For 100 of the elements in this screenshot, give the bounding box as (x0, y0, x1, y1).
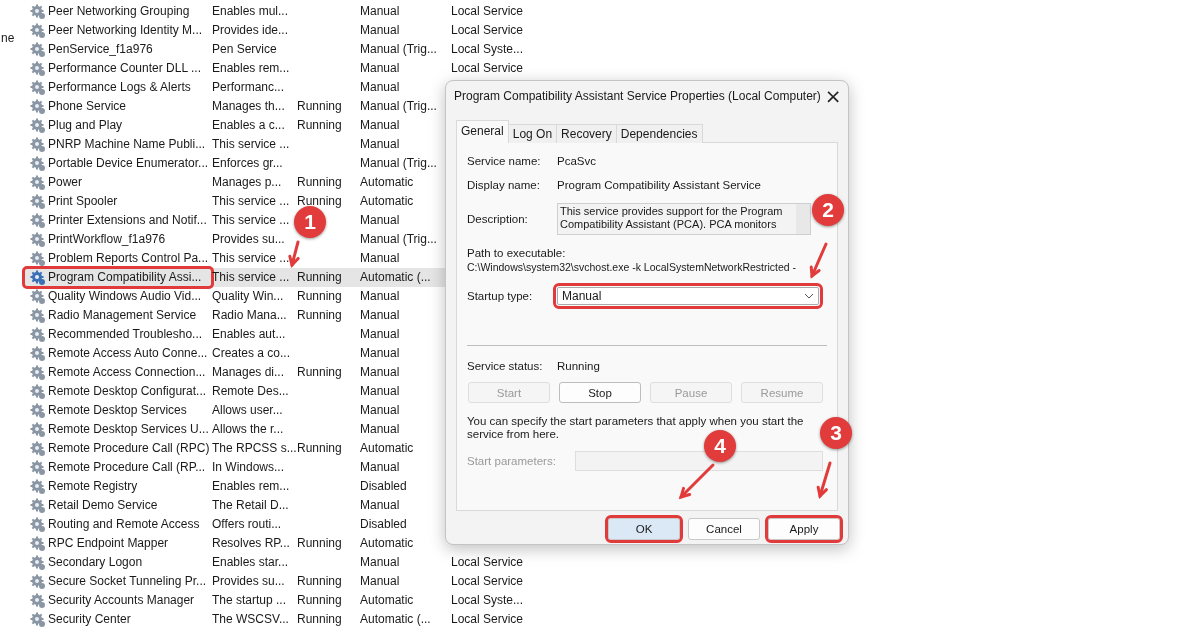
startup-type: Automatic (360, 174, 415, 191)
service-row[interactable]: Security Center The WSCSV... Running Automatic (... Local Service (24, 610, 560, 629)
tab[interactable]: Log On (507, 124, 558, 143)
tab[interactable]: Recovery (556, 124, 617, 143)
service-row[interactable]: Peer Networking Identity M... Provides ide... Manual Local Service (24, 21, 560, 40)
startup-type: Manual (360, 136, 401, 153)
service-name: Recommended Troublesho... (48, 326, 204, 343)
service-name: Remote Procedure Call (RPC) (48, 440, 211, 457)
service-description: The Retail D... (212, 497, 290, 514)
dialog-title: Program Compatibility Assistant Service Properties (Local Computer) (454, 89, 821, 103)
service-description: The WSCSV... (212, 611, 290, 628)
service-name: Printer Extensions and Notif... (48, 212, 208, 229)
gear-icon (30, 573, 46, 590)
startup-type: Manual (360, 383, 401, 400)
service-name: PNRP Machine Name Publi... (48, 136, 207, 153)
service-status: Running (297, 611, 343, 628)
service-row[interactable]: Remote Access Auto Conne... Creates a co... Manual (24, 344, 560, 363)
field-label: Path to executable: (467, 247, 567, 259)
service-row[interactable]: Remote Procedure Call (RPC) The RPCSS s...Running Automatic (24, 439, 560, 458)
description-box[interactable]: This service provides support for the Program Compatibility Assistant (PCA). PCA monitors (557, 203, 811, 235)
startup-type: Manual (Trig... (360, 98, 438, 115)
startup-type: Manual (360, 459, 401, 476)
service-description: Allows user... (212, 402, 284, 419)
service-name: Program Compatibility Assi... (24, 268, 212, 287)
service-row[interactable]: Peer Networking Grouping Enables mul... Manual Local Service (24, 2, 560, 21)
service-description: Provides ide... (212, 22, 290, 39)
service-name: Power (48, 174, 83, 191)
startup-type: Manual (Trig... (360, 41, 438, 58)
startup-type: Manual (360, 402, 401, 419)
service-name: Radio Management Service (48, 307, 198, 324)
service-row[interactable]: RPC Endpoint Mapper Resolves RP... Running Automatic (24, 534, 560, 553)
service-name: Peer Networking Grouping (48, 3, 191, 20)
startup-type: Disabled (360, 516, 408, 533)
service-row[interactable]: Performance Counter DLL ... Enables rem... Manual Local Service (24, 59, 560, 78)
service-status: Running (297, 269, 343, 286)
service-row[interactable]: Radio Management Service Radio Mana... Running Manual (24, 306, 560, 325)
gear-icon (30, 41, 46, 58)
service-row[interactable]: Secure Socket Tunneling Pr... Provides su... Running Manual Local Service (24, 572, 560, 591)
service-status: Running (297, 592, 343, 609)
log-on-as: Local Service (451, 554, 525, 571)
service-name: PenService_f1a976 (48, 41, 154, 58)
service-name: Problem Reports Control Pa... (48, 250, 210, 267)
service-row[interactable]: Security Accounts Manager The startup ... Running Automatic Local Syste... (24, 591, 560, 610)
service-description: Manages p... (212, 174, 283, 191)
field-label: Startup type: (467, 290, 534, 302)
tab[interactable]: Dependencies (615, 124, 703, 143)
service-row[interactable]: Remote Registry Enables rem... Disabled (24, 477, 560, 496)
startup-type: Manual (360, 250, 401, 267)
service-button[interactable]: Stop (559, 382, 641, 403)
startup-type: Manual (360, 117, 401, 134)
service-description: Enables a c... (212, 117, 286, 134)
gear-icon (30, 250, 46, 267)
service-description: Creates a co... (212, 345, 292, 362)
tab[interactable]: General (456, 120, 509, 143)
service-description: The startup ... (212, 592, 288, 609)
service-name: Remote Access Auto Conne... (48, 345, 209, 362)
gear-icon (30, 364, 46, 381)
service-description: Enables aut... (212, 326, 287, 343)
startup-type: Manual (360, 345, 401, 362)
service-description: This service ... (212, 212, 291, 229)
startup-type: Manual (360, 326, 401, 343)
service-name: Print Spooler (48, 193, 119, 210)
startup-type: Automatic (360, 592, 415, 609)
log-on-as: Local Service (451, 611, 525, 628)
field-label: Service status: (467, 360, 544, 372)
service-description: Radio Mana... (212, 307, 288, 324)
service-name: Routing and Remote Access (48, 516, 201, 533)
log-on-as: Local Service (451, 22, 525, 39)
service-name: Peer Networking Identity M... (48, 22, 204, 39)
service-row[interactable]: Routing and Remote Access Offers routi... Disabled (24, 515, 560, 534)
service-row[interactable]: PenService_f1a976 Pen Service Manual (Trig... Local Syste... (24, 40, 560, 59)
dialog-button[interactable]: OK (608, 518, 680, 540)
dialog-button[interactable]: Cancel (688, 518, 760, 540)
close-button[interactable]: × (820, 86, 846, 106)
service-name: Remote Procedure Call (RP... (48, 459, 207, 476)
service-name: Security Accounts Manager (48, 592, 196, 609)
service-description: Pen Service (212, 41, 278, 58)
startup-type: Manual (360, 573, 401, 590)
gear-icon (30, 98, 46, 115)
startup-type: Manual (360, 307, 401, 324)
startup-type: Manual (360, 497, 401, 514)
gear-icon (30, 326, 46, 343)
field-label: Display name: (467, 179, 541, 191)
service-row[interactable]: Secondary Logon Enables star... Manual Local Service (24, 553, 560, 572)
log-on-as: Local Service (451, 3, 525, 20)
startup-type: Manual (Trig... (360, 231, 438, 248)
startup-type: Manual (360, 3, 401, 20)
service-name: Remote Desktop Configurat... (48, 383, 208, 400)
startup-type: Automatic (... (360, 611, 432, 628)
service-row[interactable]: Retail Demo Service The Retail D... Manual (24, 496, 560, 515)
service-description: Provides su... (212, 231, 286, 248)
gear-icon (30, 193, 46, 210)
service-description: Resolves RP... (212, 535, 291, 552)
dialog-button[interactable]: Apply (768, 518, 840, 540)
service-name: Performance Counter DLL ... (48, 60, 202, 77)
service-row[interactable]: Recommended Troublesho... Enables aut... Manual (24, 325, 560, 344)
service-description: Provides su... (212, 573, 286, 590)
gear-icon (30, 554, 46, 571)
service-name: Remote Access Connection... (48, 364, 207, 381)
startup-type: Manual (360, 79, 401, 96)
